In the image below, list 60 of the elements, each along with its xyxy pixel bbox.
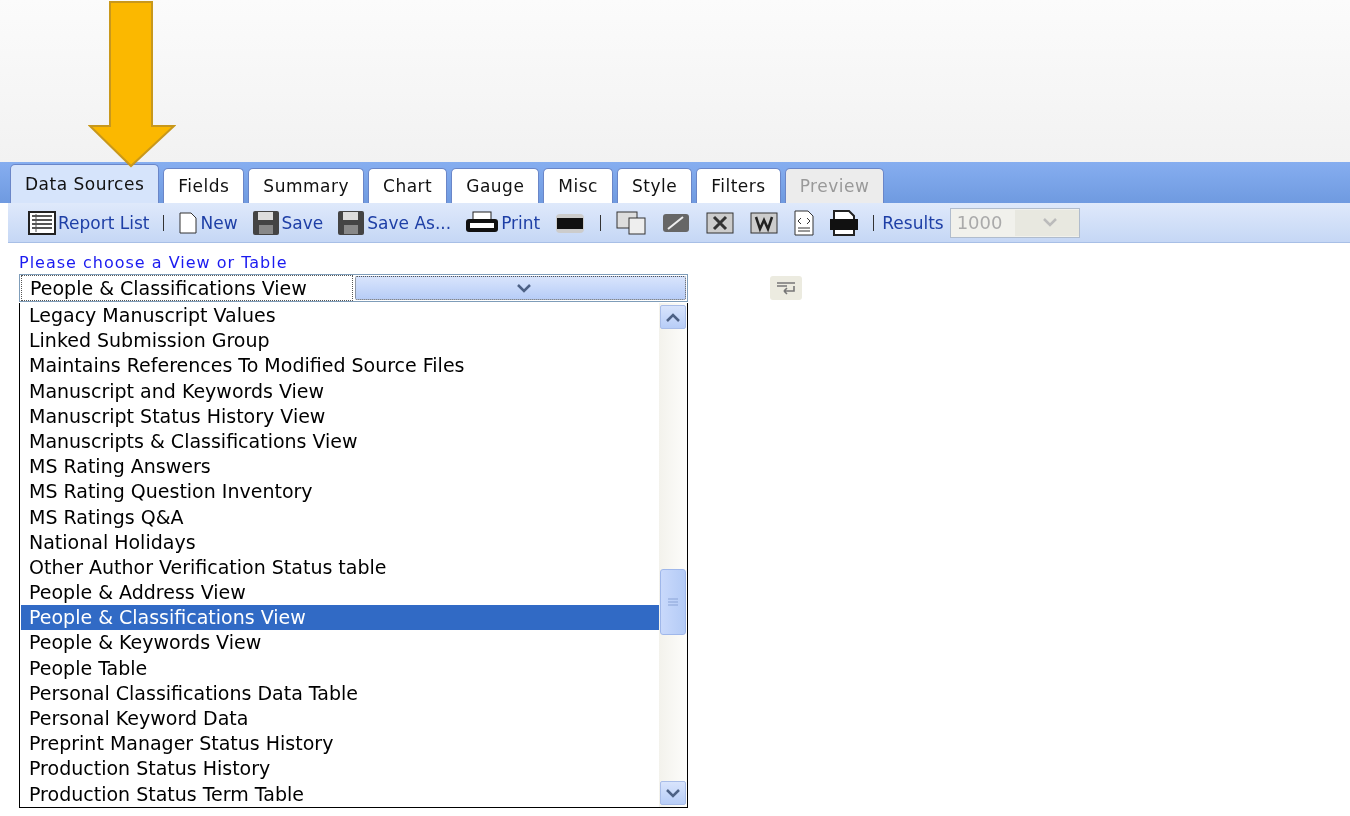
chevron-down-icon [1042,218,1057,227]
toolbar-button[interactable]: New [178,211,238,234]
toolbar-button[interactable]: Report List [28,210,150,235]
view-dropdown[interactable]: People & Classifications View [19,274,688,302]
scroll-thumb[interactable] [660,569,686,635]
scrollbar[interactable] [659,303,687,807]
wrap-button[interactable] [770,276,802,300]
tab[interactable]: Style [616,168,693,203]
tab[interactable]: Gauge [451,168,540,203]
toolbar-button[interactable]: Save As... [337,209,452,236]
return-arrow-icon [776,281,796,295]
list-option[interactable]: Preprint Manager Status History [21,731,659,757]
list-option[interactable]: Production Status Term Table [21,781,659,807]
toolbar-button[interactable] [793,209,816,236]
list-option[interactable]: People & Address View [21,580,659,606]
chevron-up-icon [666,312,680,322]
list-option[interactable]: Other Author Verification Status table [21,554,659,581]
results-label: Results [882,212,944,233]
list-option[interactable]: Linked Submission Group [21,328,659,354]
list-option[interactable]: MS Rating Question Inventory [21,479,659,505]
list-option[interactable]: MS Ratings Q&A [21,504,659,530]
export-icon [615,209,648,236]
grip-icon [668,598,678,606]
chevron-down-icon [666,788,680,798]
spreadsheet-icon [705,210,736,235]
list-icon [28,210,56,235]
list-option[interactable]: Manuscripts & Classifications View [21,428,659,455]
toolbar-button[interactable]: Print [465,210,541,235]
code-file-icon [793,209,816,236]
list-option[interactable]: Legacy Manuscript Values [21,303,659,329]
tab[interactable]: Chart [368,168,448,203]
list-option[interactable]: People & Keywords View [21,630,659,656]
list-option[interactable]: People Table [21,655,659,681]
list-option[interactable]: Manuscript and Keywords View [21,378,659,404]
list-option[interactable]: Personal Keyword Data [21,706,659,732]
toolbar-button[interactable] [749,210,780,235]
toolbar-button[interactable] [705,210,736,235]
tab[interactable]: Filters [696,168,781,203]
toolbar-button[interactable] [829,209,860,236]
list-option[interactable]: National Holidays [21,529,659,555]
list-option[interactable]: MS Rating Answers [21,454,659,480]
prompt-label: Please choose a View or Table [19,253,289,273]
toolbar-button[interactable]: Save [251,209,324,236]
tab[interactable]: Fields [163,168,245,203]
tab[interactable]: Data Sources [10,164,160,203]
list-option[interactable]: Manuscript Status History View [21,403,659,429]
scroll-up-button[interactable] [660,305,686,329]
printer-icon [465,210,500,235]
document-icon [749,210,780,235]
list-option[interactable]: Maintains References To Modified Source Files [21,353,659,379]
file-icon [829,209,860,236]
document-icon [178,211,199,234]
tab[interactable]: Misc [543,168,613,203]
arrow-icon [88,0,176,168]
scroll-down-button[interactable] [660,781,686,805]
tab[interactable]: Summary [248,168,364,203]
list-option[interactable]: Production Status History [21,756,659,782]
list-option[interactable]: Personal Classifications Data Table [21,680,659,706]
list-option[interactable]: People & Classifications View [21,605,659,631]
chevron-down-icon [517,283,532,293]
